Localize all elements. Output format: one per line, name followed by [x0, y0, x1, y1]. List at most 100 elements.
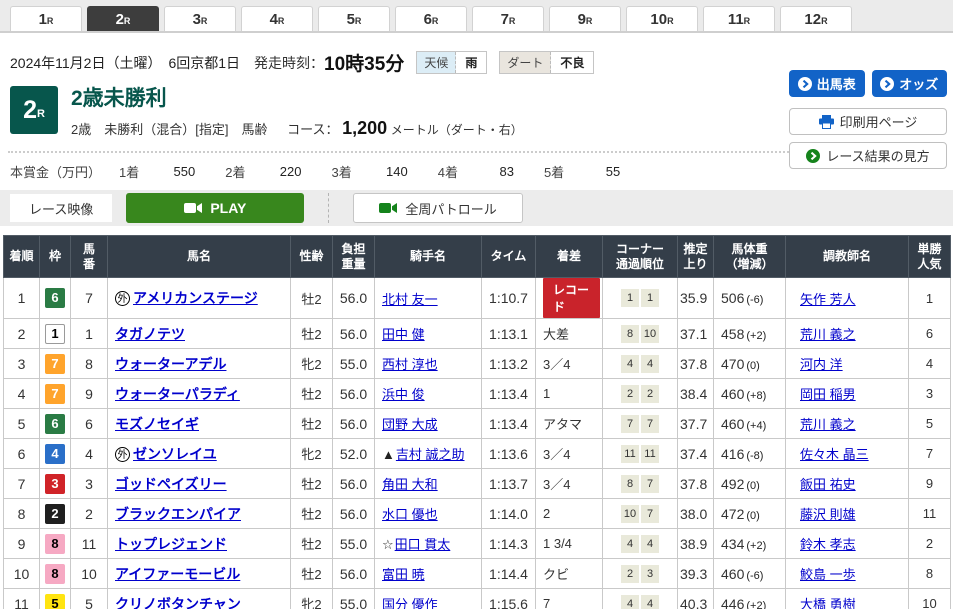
trainer-name-link[interactable]: 荒川 義之: [800, 417, 856, 432]
horse-name-link[interactable]: クリノボタンチャン: [115, 596, 241, 609]
race-tab-9r[interactable]: 9R: [549, 6, 621, 31]
play-button[interactable]: PLAY: [126, 193, 304, 223]
jockey-name-link[interactable]: 国分 優作: [382, 597, 438, 609]
horse-name-link[interactable]: モズノセイギ: [115, 416, 199, 432]
margin-cell: 2: [536, 499, 603, 529]
margin-cell: 3／4: [536, 469, 603, 499]
race-tab-1r[interactable]: 1R: [10, 6, 82, 31]
tab-number: 11: [728, 11, 744, 28]
horse-name-link[interactable]: ゴッドペイズリー: [115, 476, 227, 492]
prize-amount: 550: [165, 164, 195, 179]
race-tab-11r[interactable]: 11R: [703, 6, 775, 31]
frame-cell: 7: [40, 349, 71, 379]
race-tab-3r[interactable]: 3R: [164, 6, 236, 31]
odds-button[interactable]: オッズ: [872, 70, 948, 97]
race-tab-7r[interactable]: 7R: [472, 6, 544, 31]
horse-name-link[interactable]: アイファーモービル: [115, 566, 240, 582]
body-weight-diff: (-6): [746, 294, 763, 306]
race-number-suffix: R: [37, 108, 45, 120]
jockey-name-link[interactable]: 吉村 誠之助: [396, 447, 465, 462]
jockey-name-link[interactable]: 団野 大成: [382, 417, 438, 432]
corner-order-cell: 77: [603, 409, 678, 439]
race-number: 2: [23, 96, 37, 125]
trainer-name-link[interactable]: 藤沢 則雄: [800, 507, 856, 522]
carried-weight: 56.0: [333, 559, 375, 589]
sex-age: 牡2: [291, 469, 333, 499]
corner-order-cell: 44: [603, 589, 678, 609]
race-tab-4r[interactable]: 4R: [241, 6, 313, 31]
weather-value: 雨: [456, 54, 486, 71]
win-popularity: 6: [909, 319, 951, 349]
print-page-button[interactable]: 印刷用ページ: [789, 108, 947, 135]
start-time-label: 発走時刻：: [254, 53, 324, 73]
horse-name-link[interactable]: アメリカンステージ: [133, 290, 258, 306]
jockey-name-link[interactable]: 水口 優也: [382, 507, 438, 522]
body-weight-cell: 460(+8): [714, 379, 786, 409]
sex-age: 牝2: [291, 439, 333, 469]
race-tab-12r[interactable]: 12R: [780, 6, 852, 31]
jockey-cell: 北村 友一: [375, 278, 482, 319]
sex-age: 牝2: [291, 349, 333, 379]
win-popularity: 10: [909, 589, 951, 609]
header-actions: 出馬表 オッズ 印刷用ページ レース結果の見方: [789, 70, 947, 176]
jockey-name-link[interactable]: 田中 健: [382, 327, 425, 342]
jockey-name-link[interactable]: 角田 大和: [382, 477, 438, 492]
results-guide-button[interactable]: レース結果の見方: [789, 142, 947, 169]
trainer-name-link[interactable]: 飯田 祐史: [800, 477, 856, 492]
column-header: 推定 上り: [678, 236, 714, 278]
finish-position: 5: [4, 409, 40, 439]
trainer-name-link[interactable]: 鈴木 孝志: [800, 537, 856, 552]
jockey-name-link[interactable]: 浜中 俊: [382, 387, 425, 402]
finish-time: 1:14.4: [482, 559, 536, 589]
jockey-name-link[interactable]: 北村 友一: [382, 292, 438, 307]
trainer-name-link[interactable]: 佐々木 晶三: [800, 447, 869, 462]
entry-table-button[interactable]: 出馬表: [789, 70, 865, 97]
trainer-cell: 佐々木 晶三: [786, 439, 909, 469]
last-3f-time: 38.9: [678, 529, 714, 559]
race-tab-2r[interactable]: 2R: [87, 6, 159, 31]
patrol-video-button[interactable]: 全周パトロール: [353, 193, 522, 223]
horse-name-link[interactable]: タガノテツ: [115, 326, 185, 342]
win-popularity: 8: [909, 559, 951, 589]
race-tab-5r[interactable]: 5R: [318, 6, 390, 31]
finish-time: 1:15.6: [482, 589, 536, 609]
trainer-name-link[interactable]: 鮫島 一歩: [800, 567, 856, 582]
frame-number-badge: 1: [45, 324, 65, 344]
trainer-name-link[interactable]: 矢作 芳人: [800, 292, 856, 307]
trainer-name-link[interactable]: 岡田 稲男: [800, 387, 856, 402]
corner-position: 7: [641, 505, 659, 523]
horse-name-cell: ウォーターアデル: [108, 349, 291, 379]
prize-amount: 83: [484, 164, 514, 179]
body-weight-diff: (+2): [746, 540, 766, 552]
tab-number: 10: [650, 11, 667, 28]
trainer-name-link[interactable]: 大橋 勇樹: [800, 597, 856, 609]
sex-age: 牡2: [291, 409, 333, 439]
jockey-name-link[interactable]: 田口 貫太: [395, 537, 451, 552]
jockey-name-link[interactable]: 富田 暁: [382, 567, 425, 582]
jockey-name-link[interactable]: 西村 淳也: [382, 357, 438, 372]
results-table-head: 着順枠馬 番馬名性齢負担 重量騎手名タイム着差コーナー 通過順位推定 上り馬体重…: [4, 236, 951, 278]
frame-number-badge: 7: [45, 354, 65, 374]
jockey-cell: 田中 健: [375, 319, 482, 349]
race-video-label: レース映像: [10, 194, 112, 222]
weather-badge: 天候 雨: [416, 51, 487, 74]
horse-name-link[interactable]: ゼンソレイユ: [133, 446, 217, 462]
jockey-cell: 西村 淳也: [375, 349, 482, 379]
trainer-name-link[interactable]: 河内 洋: [800, 357, 843, 372]
race-tab-10r[interactable]: 10R: [626, 6, 698, 31]
margin-cell: 大差: [536, 319, 603, 349]
win-popularity: 2: [909, 529, 951, 559]
margin-cell: 1: [536, 379, 603, 409]
race-tab-6r[interactable]: 6R: [395, 6, 467, 31]
body-weight-diff: (0): [746, 510, 759, 522]
trainer-name-link[interactable]: 荒川 義之: [800, 327, 856, 342]
horse-name-link[interactable]: ウォーターアデル: [115, 356, 226, 372]
finish-position: 8: [4, 499, 40, 529]
column-header: 着順: [4, 236, 40, 278]
horse-name-cell: 外アメリカンステージ: [108, 278, 291, 319]
horse-name-link[interactable]: ブラックエンパイア: [115, 506, 241, 522]
horse-name-link[interactable]: トップレジェンド: [115, 536, 227, 552]
finish-position: 6: [4, 439, 40, 469]
column-header: 馬体重 （増減）: [714, 236, 786, 278]
horse-name-link[interactable]: ウォーターパラディ: [115, 386, 240, 402]
